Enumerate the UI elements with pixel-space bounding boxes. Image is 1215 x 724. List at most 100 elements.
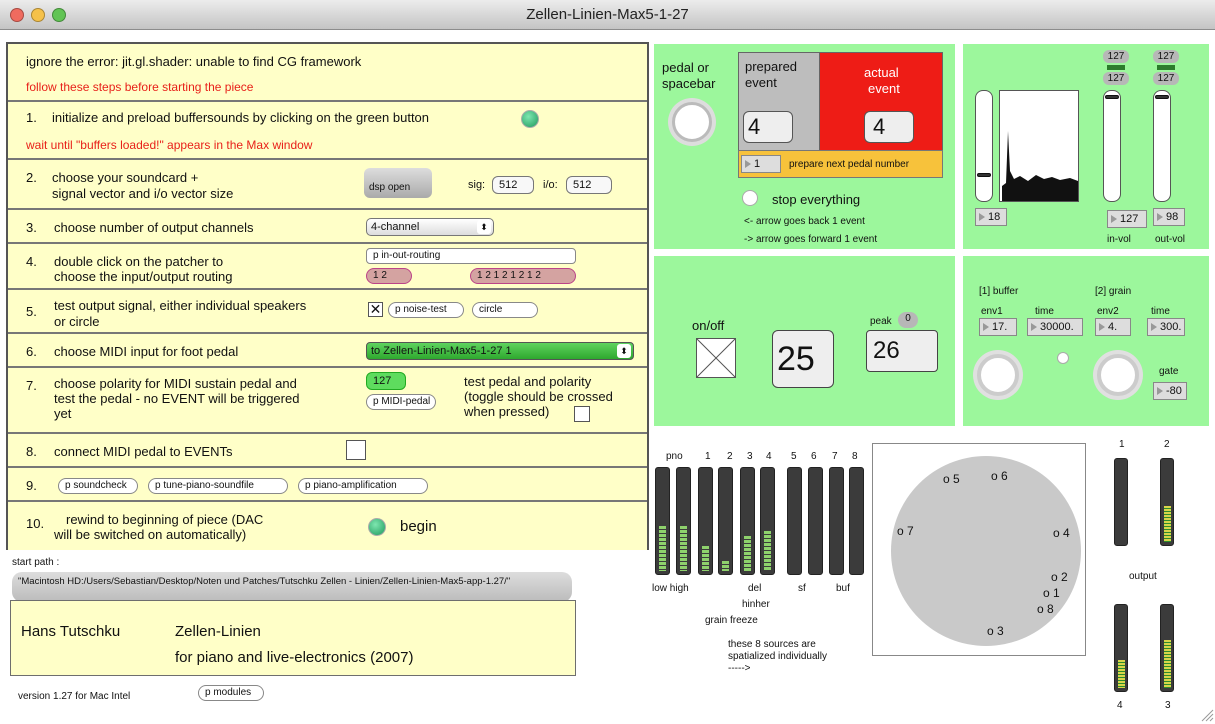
meter-label: del [748, 583, 762, 594]
start-path-field[interactable]: "Macintosh HD:/Users/Sebastian/Desktop/N… [12, 572, 572, 602]
speaker-point-4[interactable]: o 4 [1053, 526, 1070, 540]
step-6-row: 6. choose MIDI input for foot pedal to Z… [8, 334, 647, 368]
out-vol-slider[interactable] [1153, 90, 1171, 202]
polarity-number[interactable]: 127 [366, 372, 406, 390]
error-note: ignore the error: jit.gl.shader: unable … [26, 54, 362, 69]
meter-fill [1164, 506, 1171, 542]
spatializer-panel[interactable]: o 5 o 6 o 7 o 4 o 2 o 1 o 8 o 3 [872, 443, 1086, 656]
pedal-test-toggle[interactable] [574, 406, 590, 422]
spatial-note: these 8 sources are [728, 639, 816, 650]
env1-label: env1 [981, 306, 1003, 317]
slider-knob[interactable] [977, 173, 991, 177]
out-indicator [1157, 65, 1175, 70]
grain-trigger-button[interactable] [1097, 354, 1139, 396]
signal-meter [698, 467, 713, 575]
gate-number[interactable]: -80 [1153, 382, 1187, 400]
tune-piano-patcher[interactable]: p tune-piano-soundfile [148, 478, 288, 494]
meter-fill [764, 531, 771, 571]
slider-knob[interactable] [1105, 95, 1119, 99]
peak-number: 26 [866, 330, 938, 372]
select-value: 4-channel [371, 221, 420, 233]
step-text: will be switched on automatically) [54, 527, 247, 542]
resize-grip-icon[interactable] [1200, 708, 1214, 722]
stop-everything-button[interactable] [742, 190, 758, 206]
speaker-point-7[interactable]: o 7 [897, 524, 914, 538]
meter-head-3: 3 [747, 451, 753, 462]
select-arrows-icon: ⬍ [477, 220, 491, 234]
dsp-open-button[interactable]: dsp open [364, 168, 432, 198]
speaker-point-1[interactable]: o 1 [1043, 586, 1060, 600]
piano-amplification-patcher[interactable]: p piano-amplification [298, 478, 428, 494]
step-number: 6. [26, 344, 37, 359]
output-label-4: 4 [1117, 700, 1123, 711]
prepared-event-number[interactable]: 4 [743, 111, 793, 143]
routing-menu-b[interactable]: 1 2 1 2 1 2 1 2 [470, 268, 576, 284]
meter-head-8: 8 [852, 451, 858, 462]
meter-head-2: 2 [727, 451, 733, 462]
meter-head-1: 1 [705, 451, 711, 462]
circle-message[interactable]: circle [472, 302, 538, 318]
title-bar: Zellen-Linien-Max5-1-27 [0, 0, 1215, 30]
slider-number[interactable]: 18 [975, 208, 1007, 226]
in-out-routing-patcher[interactable]: p in-out-routing [366, 248, 576, 264]
sig-vector-field[interactable]: 512 [492, 176, 534, 194]
step-number: 8. [26, 444, 37, 459]
time2-label: time [1151, 306, 1170, 317]
step-text: choose your soundcard + [52, 170, 199, 185]
meter-head-4: 4 [766, 451, 772, 462]
noise-test-toggle[interactable]: ✕ [368, 302, 383, 317]
speaker-point-3[interactable]: o 3 [987, 624, 1004, 638]
output-label-1: 1 [1119, 439, 1125, 450]
meter-head-5: 5 [791, 451, 797, 462]
noise-test-patcher[interactable]: p noise-test [388, 302, 464, 318]
speaker-point-8[interactable]: o 8 [1037, 602, 1054, 616]
time1-label: time [1035, 306, 1054, 317]
signal-meter [760, 467, 775, 575]
signal-meter [787, 467, 802, 575]
env1-number[interactable]: 17. [979, 318, 1017, 336]
out-vol-number[interactable]: 98 [1153, 208, 1185, 226]
begin-button[interactable] [368, 518, 386, 536]
buffer-trigger-button[interactable] [977, 354, 1019, 396]
speaker-point-6[interactable]: o 6 [991, 469, 1008, 483]
test-text: (toggle should be crossed [464, 389, 613, 404]
io-vector-field[interactable]: 512 [566, 176, 612, 194]
speaker-point-2[interactable]: o 2 [1051, 570, 1068, 584]
pedal-trigger-button[interactable] [672, 102, 712, 142]
volume-panel: 18 127 127 127 127 127 98 in-vol out-vol [963, 44, 1209, 249]
in-vol-number[interactable]: 127 [1107, 210, 1147, 228]
step-4-row: 4. double click on the patcher to choose… [8, 244, 647, 290]
channels-select[interactable]: 4-channel ⬍ [366, 218, 494, 236]
output-meter [1160, 458, 1174, 546]
in-vol-slider[interactable] [1103, 90, 1121, 202]
piece-subtitle: for piano and live-electronics (2007) [175, 649, 414, 666]
connect-pedal-toggle[interactable] [346, 440, 366, 460]
modules-patcher[interactable]: p modules [198, 685, 264, 701]
midi-pedal-patcher[interactable]: p MIDI-pedal [366, 394, 436, 410]
time1-number[interactable]: 30000. [1027, 318, 1083, 336]
routing-menu-a[interactable]: 1 2 [366, 268, 412, 284]
env2-number[interactable]: 4. [1095, 318, 1131, 336]
speaker-point-5[interactable]: o 5 [943, 472, 960, 486]
step-7-row: 7. choose polarity for MIDI sustain peda… [8, 368, 647, 434]
step-number: 4. [26, 254, 37, 269]
out-top-value-2: 127 [1153, 72, 1179, 85]
step-text: initialize and preload buffersounds by c… [52, 110, 430, 125]
intro-row: ignore the error: jit.gl.shader: unable … [8, 44, 647, 102]
load-buffers-button[interactable] [521, 110, 539, 128]
time2-number[interactable]: 300. [1147, 318, 1185, 336]
spectrum-display [999, 90, 1079, 202]
next-pedal-number[interactable]: 1 [741, 155, 781, 173]
spectrum-graph [1002, 131, 1078, 201]
output-meter [1160, 604, 1174, 692]
midi-input-select[interactable]: to Zellen-Linien-Max5-1-27 1 ⬍ [366, 342, 634, 360]
slider-knob[interactable] [1155, 95, 1169, 99]
onoff-toggle[interactable] [696, 338, 736, 378]
meter-label: hinher [742, 599, 770, 610]
step-text: double click on the patcher to [54, 254, 224, 269]
soundcheck-patcher[interactable]: p soundcheck [58, 478, 138, 494]
step-10-row: 10. rewind to beginning of piece (DAC wi… [8, 502, 647, 550]
level-slider[interactable] [975, 90, 993, 202]
sig-label: sig: [468, 179, 486, 191]
steps-panel: ignore the error: jit.gl.shader: unable … [6, 42, 649, 550]
